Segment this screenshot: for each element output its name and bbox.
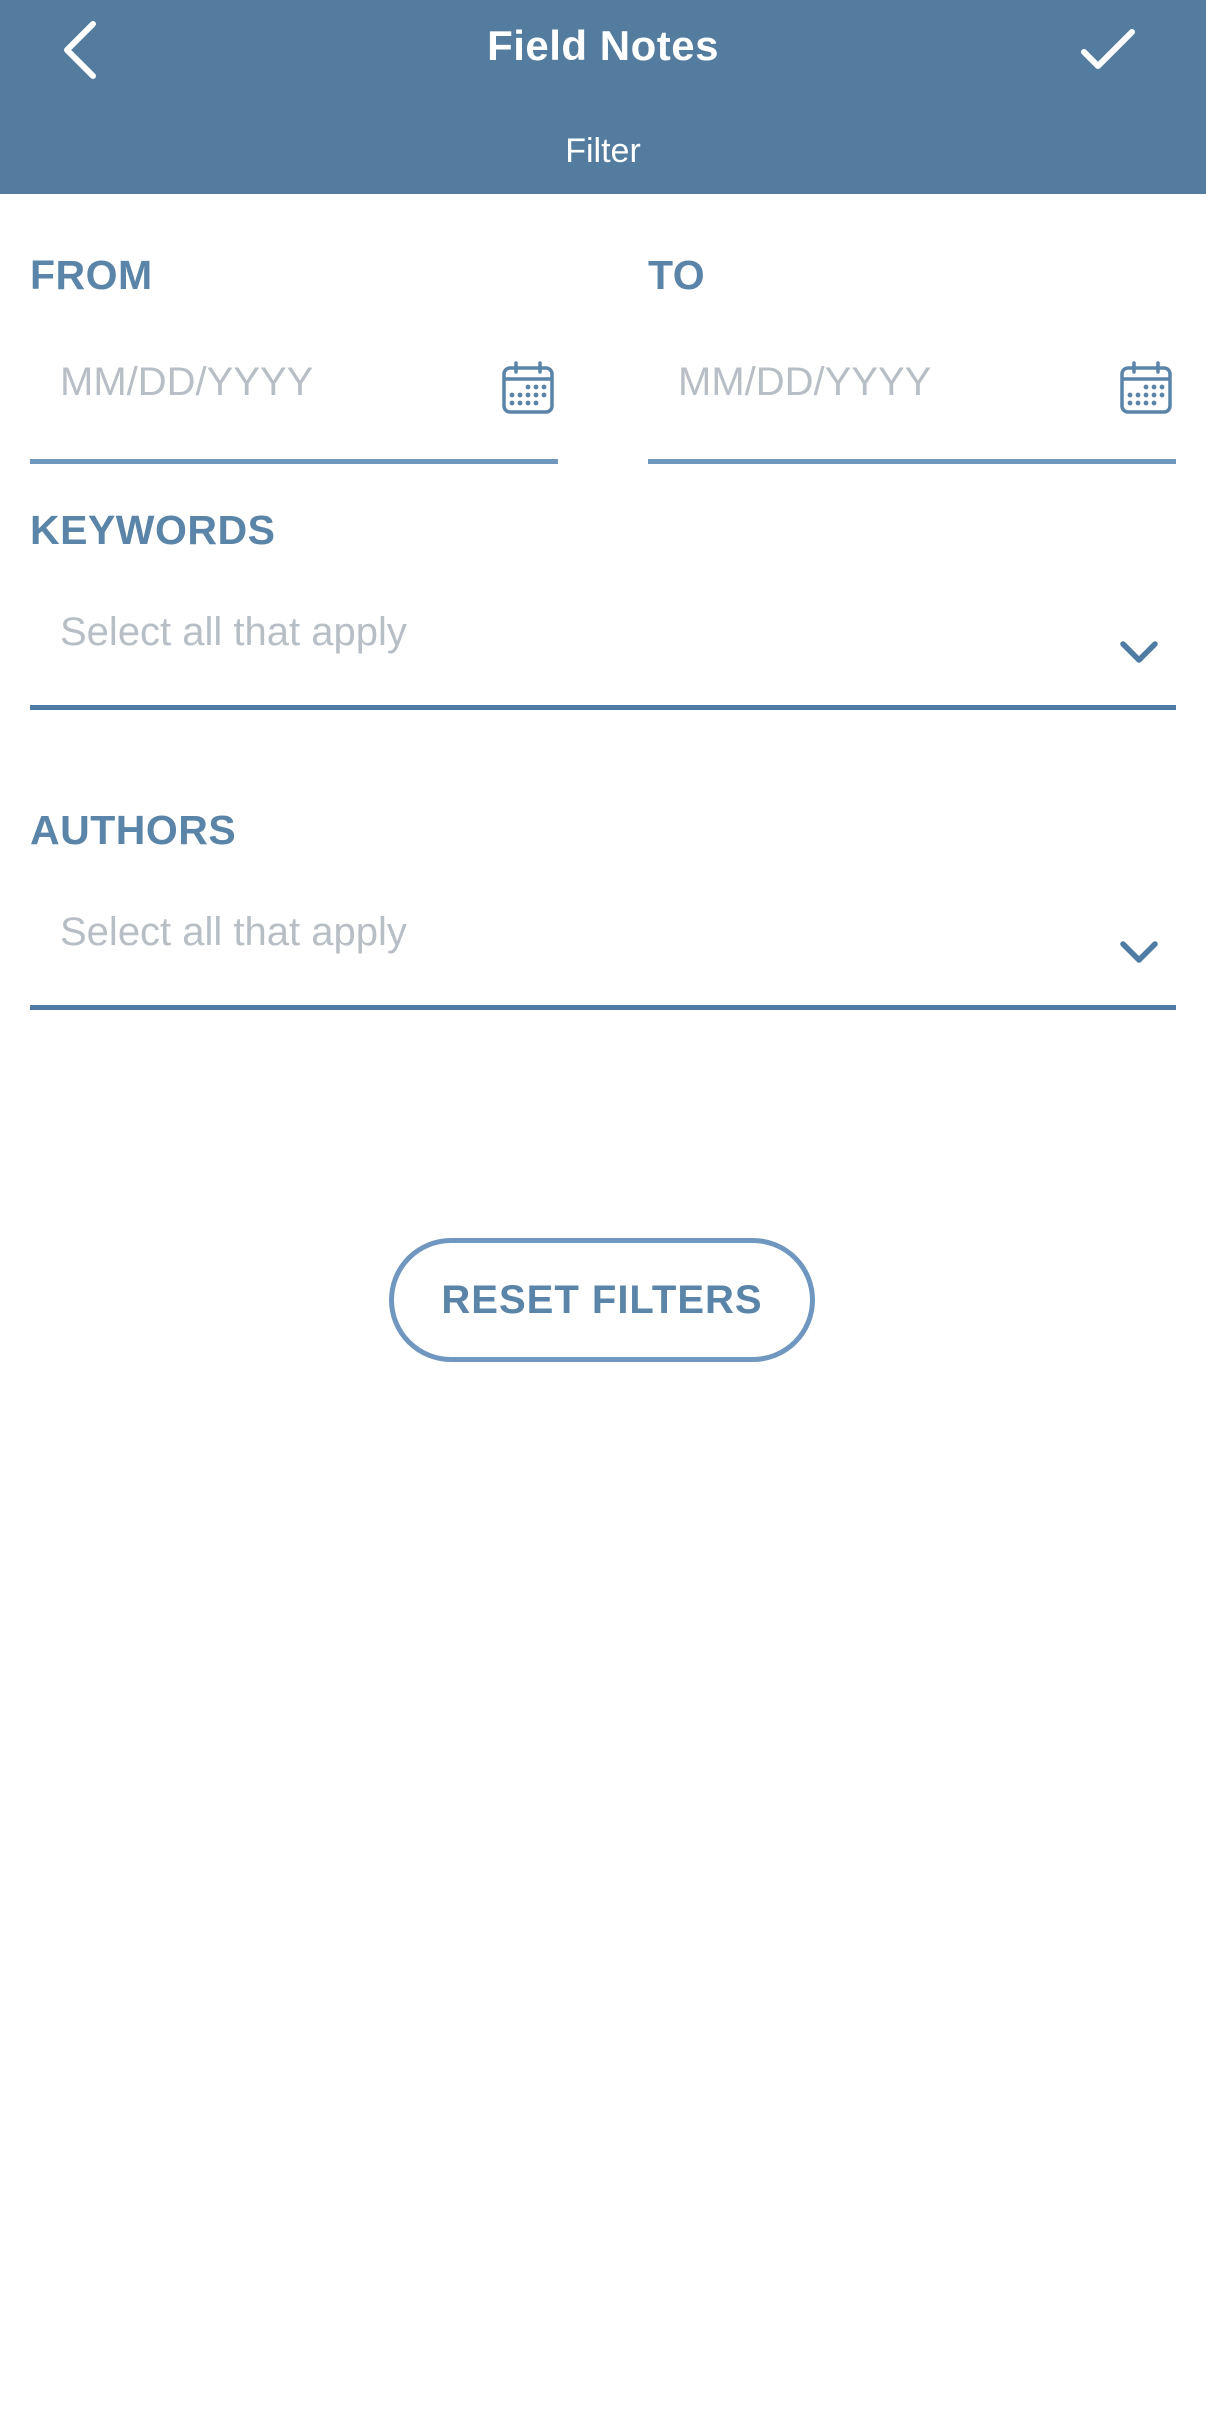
confirm-button[interactable]	[1068, 10, 1148, 90]
to-label: TO	[648, 252, 706, 298]
keywords-label: KEYWORDS	[30, 507, 276, 553]
chevron-down-icon	[1120, 641, 1158, 663]
from-date-field[interactable]: MM/DD/YYYY	[30, 330, 558, 464]
from-date-placeholder: MM/DD/YYYY	[60, 360, 314, 404]
authors-select[interactable]: Select all that apply	[30, 884, 1176, 1010]
checkmark-icon	[1081, 29, 1135, 69]
calendar-icon[interactable]	[500, 360, 556, 416]
to-date-placeholder: MM/DD/YYYY	[678, 360, 932, 404]
keywords-select[interactable]: Select all that apply	[30, 584, 1176, 710]
from-label: FROM	[30, 252, 153, 298]
header-bar: Field Notes Filter	[0, 0, 1206, 194]
calendar-icon[interactable]	[1118, 360, 1174, 416]
to-date-field[interactable]: MM/DD/YYYY	[648, 330, 1176, 464]
page-title: Field Notes	[487, 22, 719, 69]
authors-placeholder: Select all that apply	[60, 910, 407, 954]
page-subtitle: Filter	[565, 132, 641, 170]
authors-label: AUTHORS	[30, 807, 237, 853]
keywords-placeholder: Select all that apply	[60, 610, 407, 654]
reset-filters-button[interactable]: RESET FILTERS	[389, 1238, 815, 1362]
reset-filters-label: RESET FILTERS	[441, 1277, 763, 1322]
chevron-down-icon	[1120, 941, 1158, 963]
